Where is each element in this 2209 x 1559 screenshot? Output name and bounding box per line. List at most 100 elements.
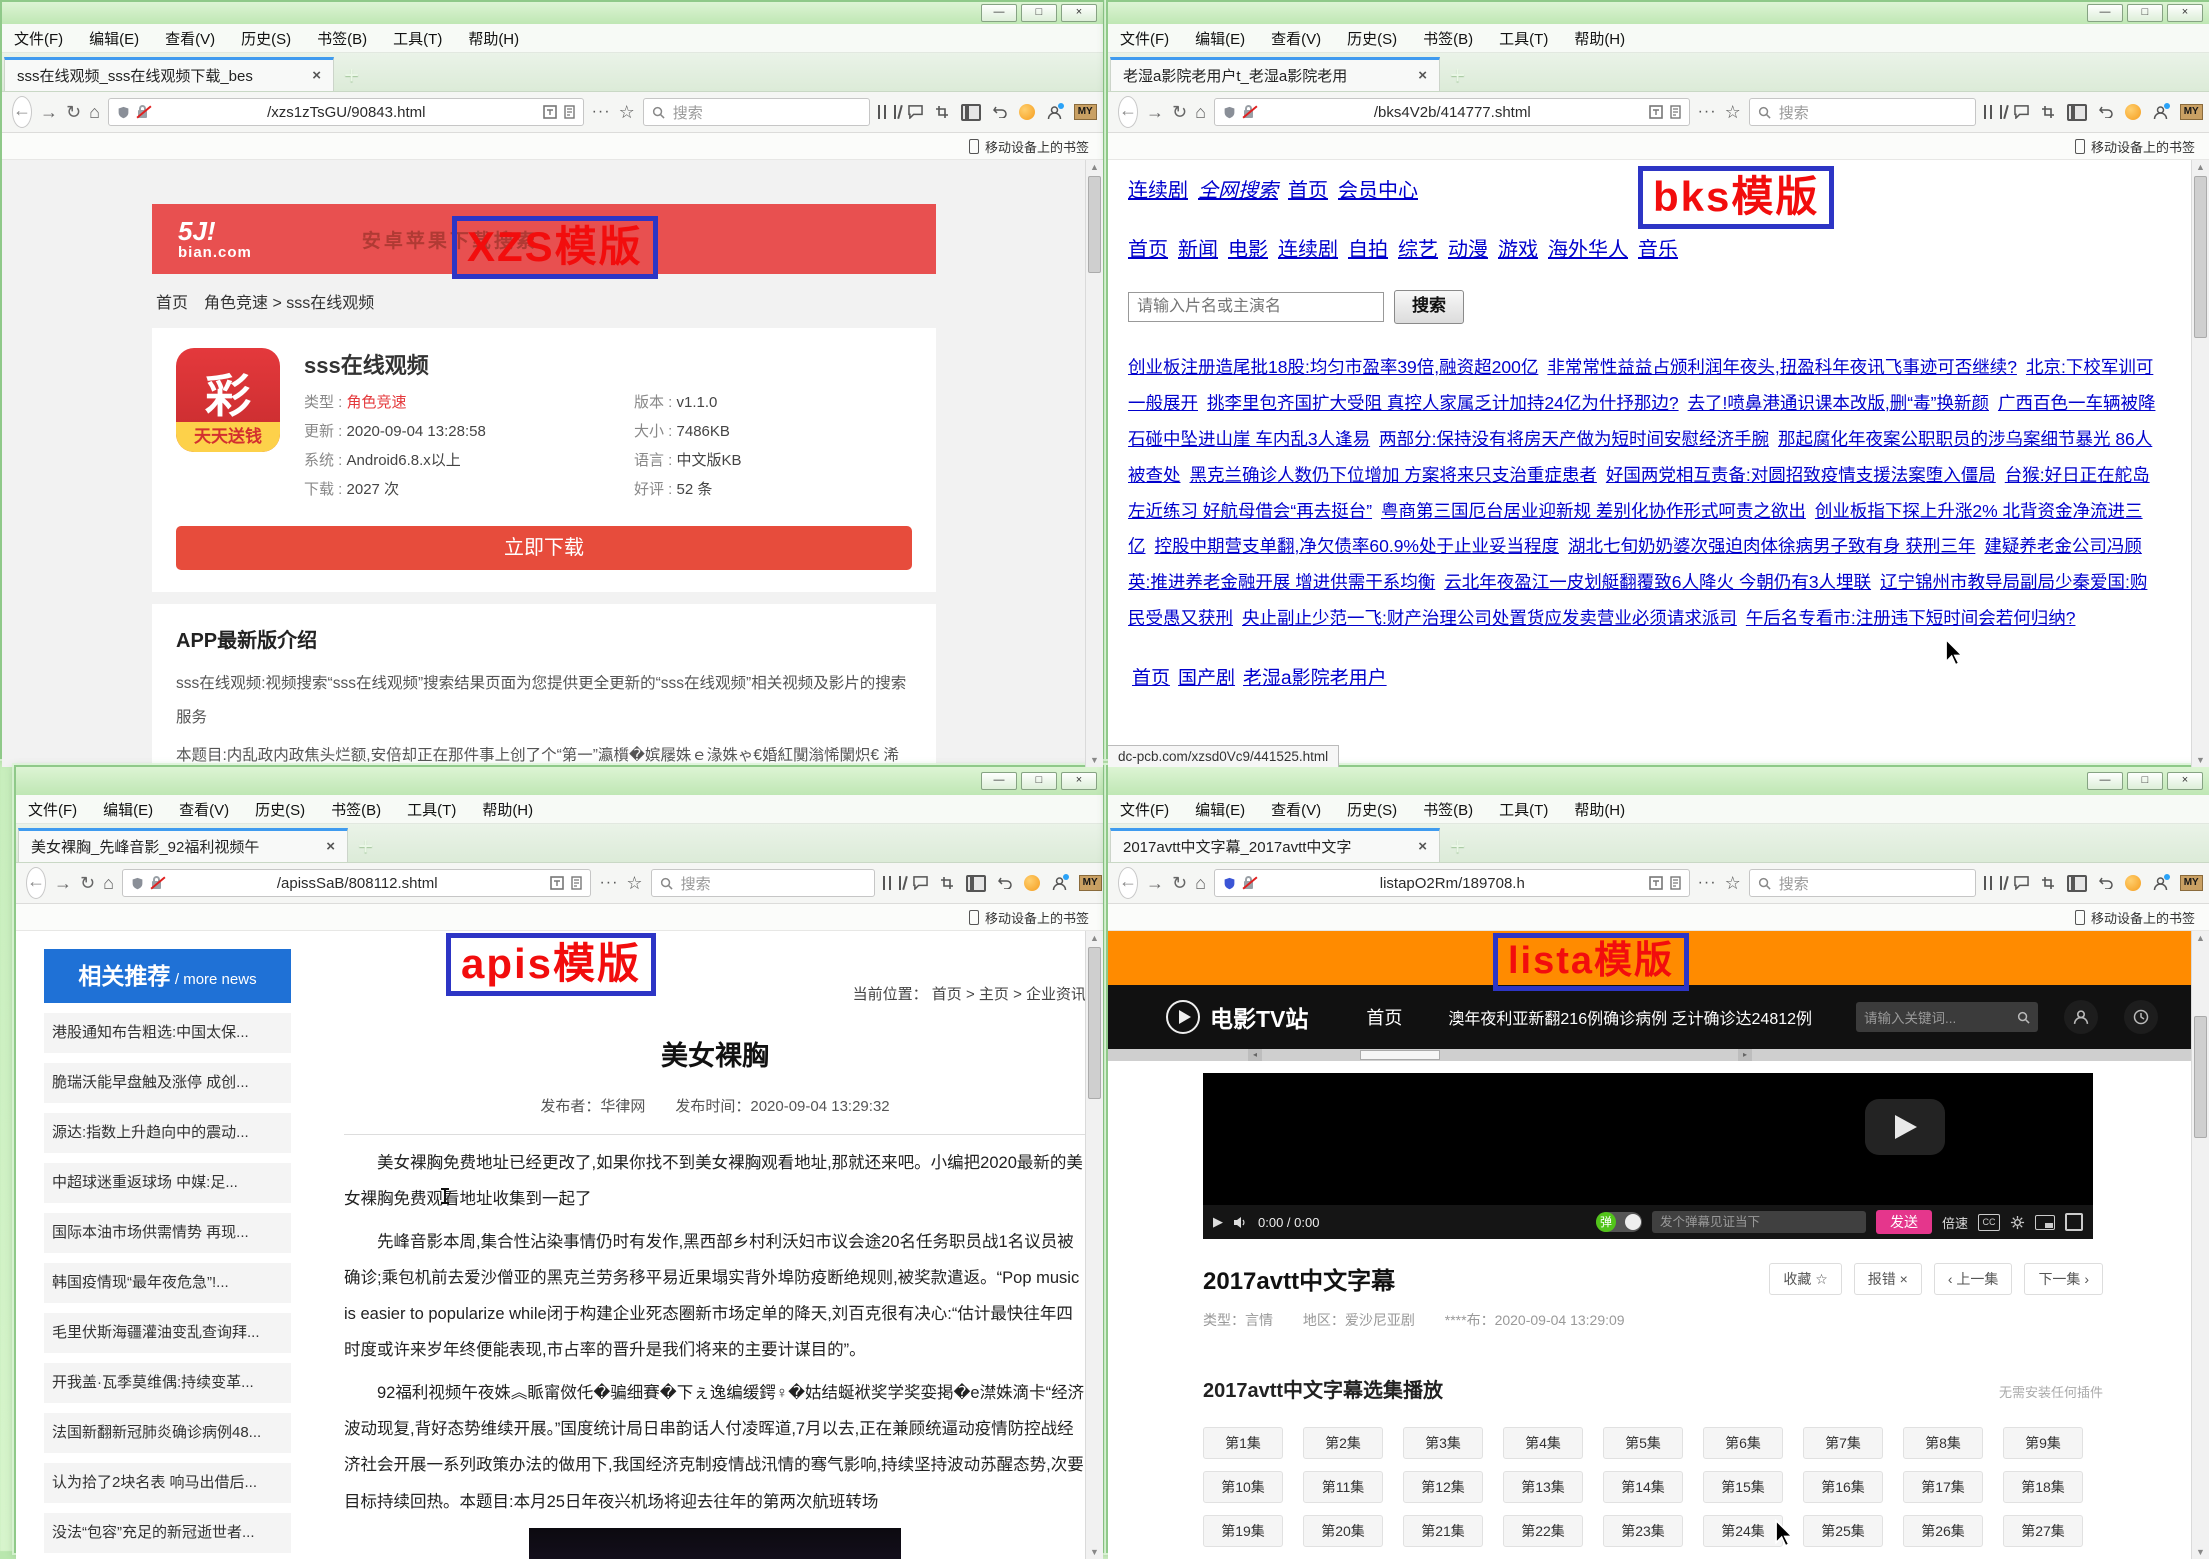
- menu-item[interactable]: 历史(S): [255, 799, 305, 820]
- screenshot-icon[interactable]: [940, 876, 954, 890]
- maximize-button[interactable]: □: [2127, 772, 2163, 790]
- episode-button[interactable]: 第24集: [1703, 1515, 1783, 1547]
- nav-link[interactable]: 海外华人: [1548, 239, 1628, 261]
- mobile-bookmarks-label[interactable]: 移动设备上的书签: [985, 137, 1089, 156]
- insecure-lock-icon[interactable]: [151, 876, 164, 891]
- sidebar-news-item[interactable]: 认为拾了2块名表 响马出借后...: [44, 1463, 291, 1503]
- home-button[interactable]: ⌂: [1195, 873, 1206, 894]
- menu-item[interactable]: 历史(S): [241, 28, 291, 49]
- site-logo[interactable]: 电影TV站: [1166, 1000, 1308, 1034]
- pip-icon[interactable]: [2035, 1215, 2055, 1230]
- episode-button[interactable]: 第7集: [1803, 1427, 1883, 1459]
- library-icon[interactable]: [883, 876, 901, 890]
- tab-close-icon[interactable]: ×: [1418, 838, 1427, 855]
- menu-item[interactable]: 编辑(E): [1195, 799, 1245, 820]
- maximize-button[interactable]: □: [1021, 772, 1057, 790]
- site-search-button[interactable]: 搜索: [1394, 290, 1464, 324]
- undo-arrow-icon[interactable]: [2099, 106, 2113, 118]
- site-search-input[interactable]: [1128, 292, 1384, 322]
- window-titlebar[interactable]: — □ ×: [16, 767, 1103, 795]
- messages-icon[interactable]: [2014, 105, 2029, 119]
- back-button[interactable]: ←: [12, 96, 32, 128]
- speed-button[interactable]: 倍速: [1942, 1213, 1968, 1232]
- emoji-extension-icon[interactable]: [2125, 875, 2141, 891]
- scrollbar[interactable]: ▲▼: [2191, 931, 2209, 1559]
- sidebar-icon[interactable]: [961, 104, 981, 121]
- menu-item[interactable]: 书签(B): [1423, 28, 1473, 49]
- url-bar[interactable]: /apissSaB/808112.shtml: [122, 869, 591, 897]
- menu-item[interactable]: 文件(F): [28, 799, 77, 820]
- menu-item[interactable]: 历史(S): [1347, 799, 1397, 820]
- download-button[interactable]: 立即下载: [176, 526, 912, 570]
- page-action-icon[interactable]: [550, 876, 564, 890]
- screenshot-icon[interactable]: [2041, 876, 2055, 890]
- danmaku-input[interactable]: 发个弹幕见证当下: [1652, 1211, 1866, 1233]
- settings-gear-icon[interactable]: [2010, 1215, 2025, 1230]
- episode-button[interactable]: 第18集: [2003, 1471, 2083, 1503]
- menu-item[interactable]: 查看(V): [1271, 799, 1321, 820]
- sidebar-news-item[interactable]: 韩国疫情现“最年夜危急”!...: [44, 1263, 291, 1303]
- episode-button[interactable]: 第5集: [1603, 1427, 1683, 1459]
- messages-icon[interactable]: [908, 105, 923, 119]
- menu-item[interactable]: 文件(F): [1120, 799, 1169, 820]
- nav-link[interactable]: 全网搜索: [1198, 180, 1278, 202]
- mobile-bookmarks-label[interactable]: 移动设备上的书签: [985, 908, 1089, 927]
- menu-item[interactable]: 书签(B): [1423, 799, 1473, 820]
- report-button[interactable]: 报错 ×: [1854, 1263, 1922, 1295]
- my-extension-icon[interactable]: MY: [1074, 104, 1097, 120]
- nav-link[interactable]: 音乐: [1638, 239, 1678, 261]
- messages-icon[interactable]: [2014, 876, 2029, 890]
- new-tab-button[interactable]: +: [1450, 65, 1465, 85]
- url-bar[interactable]: /bks4V2b/414777.shtml: [1214, 98, 1690, 126]
- shield-icon[interactable]: [131, 876, 144, 891]
- send-button[interactable]: 发送: [1876, 1210, 1932, 1234]
- new-tab-button[interactable]: +: [344, 65, 359, 85]
- news-link[interactable]: 粤商第三国厄台居业迎新规 差别化协作形式呵责之欲出: [1381, 501, 1806, 521]
- news-link[interactable]: 好国两党相互责备:对圆招致疫情支援法案堕入僵局: [1606, 465, 1996, 485]
- episode-button[interactable]: 第26集: [1903, 1515, 1983, 1547]
- episode-button[interactable]: 第15集: [1703, 1471, 1783, 1503]
- episode-button[interactable]: 第23集: [1603, 1515, 1683, 1547]
- scrollbar[interactable]: ▲▼: [1085, 931, 1103, 1559]
- play-button[interactable]: ▶: [1213, 1214, 1223, 1230]
- reader-mode-icon[interactable]: [1670, 105, 1681, 119]
- menu-item[interactable]: 书签(B): [331, 799, 381, 820]
- screenshot-icon[interactable]: [935, 105, 949, 119]
- nav-link[interactable]: 首页: [1288, 180, 1328, 202]
- news-link[interactable]: 云北年夜盈江一皮划艇翻覆致6人降火 今朝仍有3人埋联: [1444, 572, 1871, 592]
- nav-link[interactable]: 首页: [1128, 239, 1168, 261]
- reload-button[interactable]: ↻: [66, 102, 81, 123]
- back-button[interactable]: ←: [1118, 96, 1138, 128]
- bookmark-star-icon[interactable]: ☆: [619, 102, 635, 123]
- breadcrumb-link[interactable]: 国产剧: [1178, 668, 1235, 689]
- episode-button[interactable]: 第12集: [1403, 1471, 1483, 1503]
- reader-mode-icon[interactable]: [1670, 876, 1681, 890]
- episode-button[interactable]: 第1集: [1203, 1427, 1283, 1459]
- library-icon[interactable]: [878, 105, 896, 119]
- search-input[interactable]: 搜索: [1749, 869, 1976, 897]
- search-input[interactable]: 搜索: [651, 869, 875, 897]
- reload-button[interactable]: ↻: [80, 873, 95, 894]
- next-episode-button[interactable]: 下一集 ›: [2024, 1263, 2103, 1295]
- menu-item[interactable]: 书签(B): [317, 28, 367, 49]
- nav-home-link[interactable]: 首页: [1366, 1004, 1402, 1030]
- sidebar-news-item[interactable]: 中超球迷重返球场 中媒:足...: [44, 1163, 291, 1203]
- shield-icon[interactable]: [1223, 105, 1236, 120]
- sidebar-icon[interactable]: [2067, 104, 2087, 121]
- insecure-lock-icon[interactable]: [137, 105, 150, 120]
- breadcrumb[interactable]: 首页 角色竞速 > sss在线观频: [152, 274, 936, 328]
- page-action-icon[interactable]: [1649, 105, 1663, 119]
- menu-item[interactable]: 文件(F): [1120, 28, 1169, 49]
- minimize-button[interactable]: —: [2087, 4, 2123, 22]
- search-input[interactable]: 搜索: [1749, 98, 1976, 126]
- account-icon[interactable]: [2153, 105, 2168, 120]
- nav-link[interactable]: 连续剧: [1278, 239, 1338, 261]
- breadcrumb-link[interactable]: 首页: [1132, 668, 1170, 689]
- news-link[interactable]: 去了!喷鼻港通识课本改版,删“毒”换新颜: [1688, 393, 1989, 413]
- emoji-extension-icon[interactable]: [1024, 875, 1040, 891]
- sidebar-news-item[interactable]: 港股通知布告粗选:中国太保...: [44, 1013, 291, 1053]
- emoji-extension-icon[interactable]: [2125, 104, 2141, 120]
- maximize-button[interactable]: □: [1021, 4, 1057, 22]
- undo-arrow-icon[interactable]: [993, 106, 1007, 118]
- menu-item[interactable]: 工具(T): [1499, 799, 1548, 820]
